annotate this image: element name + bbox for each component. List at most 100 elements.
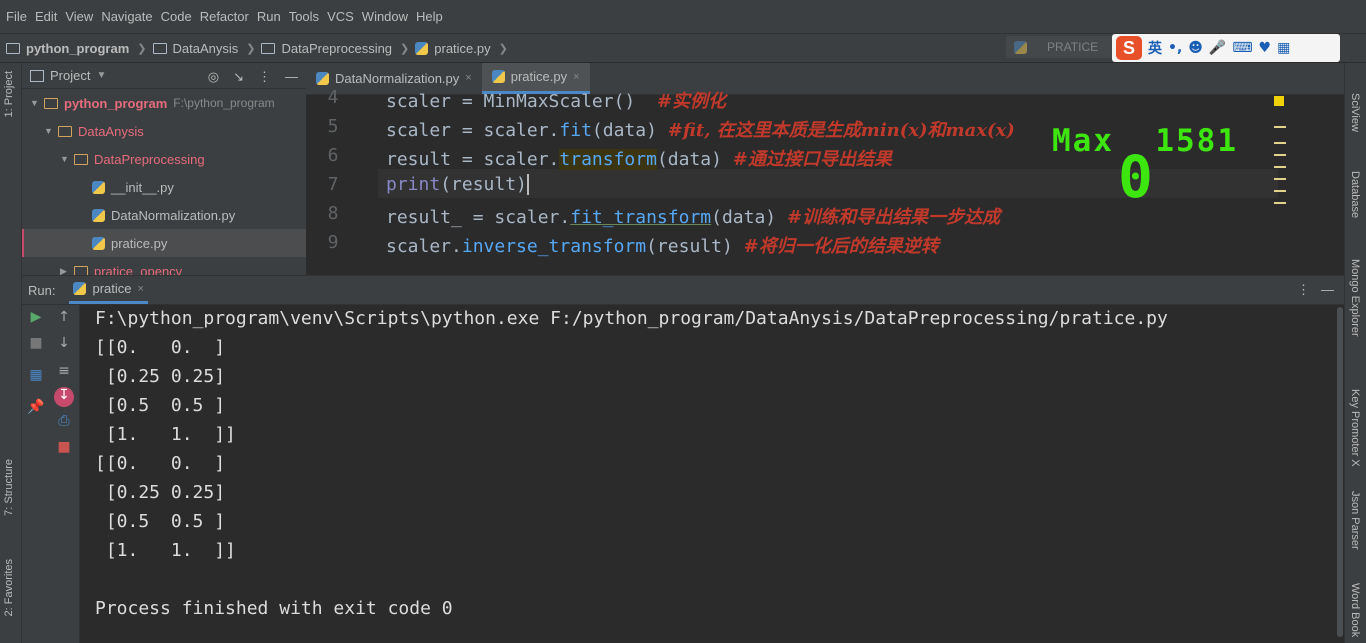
menu-help[interactable]: Help bbox=[412, 9, 447, 24]
breadcrumb-project[interactable]: python_program bbox=[6, 41, 129, 56]
tree-item-label: DataNormalization.py bbox=[111, 207, 236, 223]
tool-tab-favorites[interactable]: 2: Favorites bbox=[3, 559, 15, 616]
breadcrumb-datapreprocessing[interactable]: DataPreprocessing bbox=[261, 41, 392, 56]
run-configuration-select[interactable]: PRATICE bbox=[1006, 36, 1114, 58]
tool-tab-structure[interactable]: 7: Structure bbox=[3, 459, 15, 516]
project-panel-title[interactable]: Project bbox=[50, 68, 90, 83]
collapse-icon[interactable]: ↘ bbox=[233, 69, 244, 85]
chevron-down-icon[interactable]: ▼ bbox=[44, 126, 58, 136]
chevron-down-icon[interactable]: ▼ bbox=[60, 154, 74, 164]
more-options-icon[interactable]: ⋮ bbox=[1297, 282, 1310, 298]
menu-refactor[interactable]: Refactor bbox=[196, 9, 253, 24]
locate-icon[interactable]: ◎ bbox=[208, 69, 219, 85]
code-comment: #实例化 bbox=[656, 91, 727, 112]
code-text: scaler. bbox=[386, 236, 462, 257]
tree-item-dataanysis[interactable]: ▼ DataAnysis bbox=[22, 117, 306, 145]
tool-tab-json-parser[interactable]: Json Parser bbox=[1349, 491, 1361, 550]
folder-icon bbox=[44, 97, 58, 109]
arrow-down-icon[interactable]: ↓ bbox=[54, 335, 74, 351]
menu-code[interactable]: Code bbox=[157, 9, 196, 24]
grid-icon[interactable]: ▦ bbox=[1277, 40, 1290, 56]
tool-tab-mongo-explorer[interactable]: Mongo Explorer bbox=[1349, 259, 1361, 337]
keyboard-icon[interactable]: ⌨ bbox=[1232, 40, 1252, 56]
chevron-right-icon: ❯ bbox=[246, 42, 256, 55]
stop-icon[interactable]: ■ bbox=[26, 335, 46, 351]
marker[interactable] bbox=[1274, 202, 1286, 204]
menu-vcs[interactable]: VCS bbox=[323, 9, 358, 24]
code-method: fit_transform bbox=[570, 207, 712, 228]
run-tab-pratice[interactable]: pratice × bbox=[69, 276, 148, 304]
marker[interactable] bbox=[1274, 190, 1286, 192]
soft-wrap-icon[interactable]: ≡ bbox=[54, 363, 74, 379]
console-output[interactable]: F:\python_program\venv\Scripts\python.ex… bbox=[80, 305, 1344, 643]
menu-window[interactable]: Window bbox=[358, 9, 412, 24]
code-line: result_ = scaler.fit_transform(data) #训练… bbox=[386, 203, 1000, 229]
menu-edit[interactable]: Edit bbox=[31, 9, 61, 24]
sogou-logo[interactable]: S bbox=[1116, 36, 1142, 60]
more-options-icon[interactable]: ⋮ bbox=[258, 69, 271, 85]
marker[interactable] bbox=[1274, 142, 1286, 144]
minimize-icon[interactable]: — bbox=[285, 69, 298, 85]
close-icon[interactable]: × bbox=[573, 71, 579, 83]
folder-icon bbox=[6, 42, 20, 54]
warning-marker[interactable] bbox=[1274, 96, 1284, 106]
console-line: F:\python_program\venv\Scripts\python.ex… bbox=[95, 308, 1168, 329]
menu-tools[interactable]: Tools bbox=[285, 9, 323, 24]
marker[interactable] bbox=[1274, 178, 1286, 180]
layout-icon[interactable]: ▦ bbox=[26, 367, 46, 383]
marker[interactable] bbox=[1274, 166, 1286, 168]
close-icon[interactable]: × bbox=[138, 283, 144, 295]
chevron-right-icon: ❯ bbox=[400, 42, 410, 55]
print-icon[interactable]: ⎙ bbox=[54, 413, 74, 429]
tool-tab-key-promoter[interactable]: Key Promoter X bbox=[1349, 389, 1361, 467]
chevron-down-icon[interactable]: ▼ bbox=[96, 70, 106, 81]
python-icon bbox=[1014, 40, 1027, 54]
arrow-up-icon[interactable]: ↑ bbox=[54, 309, 74, 325]
marker[interactable] bbox=[1274, 126, 1286, 128]
code-text: (data) bbox=[591, 120, 668, 141]
tree-item-pratice-opencv[interactable]: ▶ pratice_opencv bbox=[22, 257, 306, 275]
menu-run[interactable]: Run bbox=[253, 9, 285, 24]
skin-icon[interactable]: ♥ bbox=[1259, 40, 1272, 56]
scrollbar-thumb[interactable] bbox=[1337, 307, 1343, 637]
menu-navigate[interactable]: Navigate bbox=[97, 9, 156, 24]
run-icon[interactable]: ▶ bbox=[26, 309, 46, 325]
punctuation-icon[interactable]: •, bbox=[1168, 40, 1182, 56]
tool-tab-word-book[interactable]: Word Book bbox=[1349, 583, 1361, 637]
tree-item-datanormalization[interactable]: DataNormalization.py bbox=[22, 201, 306, 229]
tree-item-datapreprocessing[interactable]: ▼ DataPreprocessing bbox=[22, 145, 306, 173]
menu-view[interactable]: View bbox=[61, 9, 97, 24]
tool-tab-sciview[interactable]: SciView bbox=[1349, 93, 1361, 132]
chevron-right-icon[interactable]: ▶ bbox=[60, 266, 74, 276]
ime-language-toggle[interactable]: 英 bbox=[1148, 38, 1162, 58]
tree-item-label: python_program bbox=[64, 95, 168, 111]
breadcrumb-file[interactable]: pratice.py bbox=[415, 41, 491, 56]
chevron-right-icon: ❯ bbox=[498, 42, 508, 55]
line-number: 4 bbox=[327, 87, 339, 108]
close-icon[interactable]: × bbox=[465, 72, 471, 84]
tool-tab-database[interactable]: Database bbox=[1349, 171, 1361, 218]
pin-icon[interactable]: 📌 bbox=[26, 399, 46, 415]
code-editor[interactable]: DataNormalization.py × pratice.py × 4 5 … bbox=[306, 63, 1344, 275]
tree-item-pratice[interactable]: pratice.py bbox=[22, 229, 306, 257]
emoji-icon[interactable]: ☻ bbox=[1188, 40, 1203, 56]
minimize-icon[interactable]: — bbox=[1321, 282, 1334, 297]
folder-icon bbox=[74, 265, 88, 275]
chevron-down-icon[interactable]: ▼ bbox=[30, 98, 44, 108]
score-counter: 0 bbox=[1118, 143, 1153, 211]
trash-icon[interactable]: ■ bbox=[54, 439, 74, 455]
code-method: inverse_transform bbox=[461, 236, 647, 257]
console-scrollbar[interactable] bbox=[1336, 305, 1344, 643]
tool-tab-project[interactable]: 1: Project bbox=[3, 71, 15, 117]
right-tool-strip: SciView Database Mongo Explorer Key Prom… bbox=[1344, 63, 1366, 643]
tree-item-init[interactable]: __init__.py bbox=[22, 173, 306, 201]
code-text: scaler = scaler. bbox=[386, 120, 560, 141]
marker[interactable] bbox=[1274, 154, 1286, 156]
code-builtin: print bbox=[386, 174, 441, 195]
breadcrumb-dataanysis[interactable]: DataAnysis bbox=[152, 41, 238, 56]
scroll-to-end-icon[interactable]: ↧ bbox=[54, 387, 74, 407]
tree-item-python-program[interactable]: ▼ python_program F:\python_program bbox=[22, 89, 306, 117]
microphone-icon[interactable]: 🎤 bbox=[1209, 40, 1226, 56]
menu-file[interactable]: File bbox=[2, 9, 31, 24]
python-file-icon bbox=[491, 70, 505, 83]
